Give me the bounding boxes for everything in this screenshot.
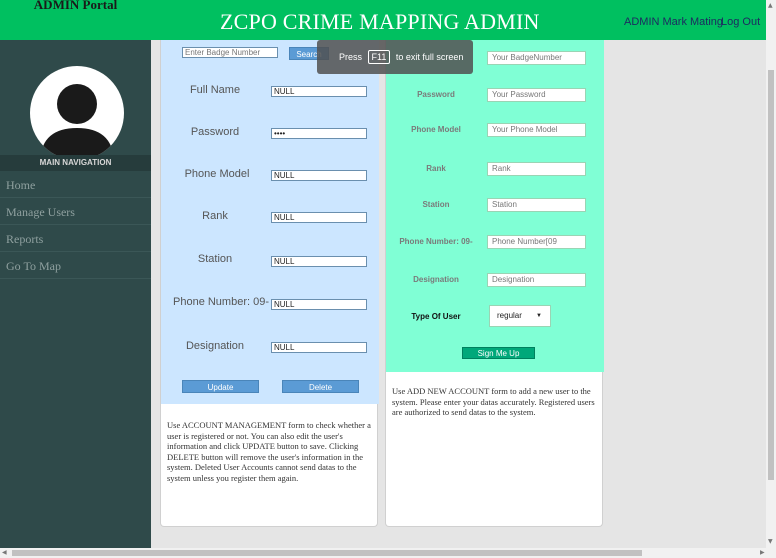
update-button[interactable]: Update — [182, 380, 259, 393]
account-management-form: Enter Badge Number Search Full Name NULL… — [161, 40, 379, 404]
app-title: ZCPO CRIME MAPPING ADMIN — [220, 9, 540, 34]
field-label: Phone Number: 09- — [173, 296, 269, 308]
logout-link[interactable]: Log Out — [721, 16, 760, 28]
new-designation-input[interactable]: Designation — [487, 273, 586, 287]
sign-up-button[interactable]: Sign Me Up — [462, 347, 535, 359]
new-password-input[interactable]: Your Password — [487, 88, 586, 102]
field-label: Station — [422, 200, 450, 209]
full-name-input[interactable]: NULL — [271, 86, 367, 97]
user-type-select[interactable]: regular ▼ — [489, 305, 551, 327]
vertical-scroll-thumb[interactable] — [768, 70, 774, 480]
field-label: Rank — [426, 164, 446, 173]
password-input[interactable]: •••• — [271, 128, 367, 139]
horizontal-scroll-thumb[interactable] — [12, 550, 642, 556]
scroll-left-icon[interactable]: ◀ — [2, 549, 7, 556]
f11-key: F11 — [367, 50, 391, 64]
phone-model-input[interactable]: NULL — [271, 170, 367, 181]
scroll-up-icon[interactable]: ▲ — [768, 2, 773, 9]
sidebar-item-home[interactable]: Home — [0, 172, 151, 198]
badge-search-input[interactable]: Enter Badge Number — [182, 47, 278, 58]
field-label: Designation — [185, 340, 245, 352]
account-management-description: Use ACCOUNT MANAGEMENT form to check whe… — [167, 420, 371, 483]
new-rank-input[interactable]: Rank — [487, 162, 586, 176]
badge-number-input[interactable]: Your BadgeNumber — [487, 51, 586, 65]
add-account-description: Use ADD NEW ACCOUNT form to add a new us… — [392, 386, 595, 417]
brand-label: ADMIN Portal — [0, 0, 151, 40]
scroll-down-icon[interactable]: ▼ — [768, 538, 773, 545]
designation-input[interactable]: NULL — [271, 342, 367, 353]
delete-button[interactable]: Delete — [282, 380, 359, 393]
new-station-input[interactable]: Station — [487, 198, 586, 212]
sidebar-item-manage-users[interactable]: Manage Users — [0, 199, 151, 225]
nav-header: MAIN NAVIGATION — [0, 155, 151, 171]
rank-input[interactable]: NULL — [271, 212, 367, 223]
field-label: Designation — [413, 275, 459, 284]
top-bar: ADMIN Portal ZCPO CRIME MAPPING ADMIN AD… — [0, 0, 766, 40]
sidebar: MAIN NAVIGATION Home Manage Users Report… — [0, 40, 151, 548]
field-label: Rank — [202, 210, 228, 222]
field-label: Phone Model — [411, 125, 461, 134]
add-account-form: Your BadgeNumber Password Your Password … — [386, 40, 604, 372]
new-phone-model-input[interactable]: Your Phone Model — [487, 123, 586, 137]
scroll-right-icon[interactable]: ▶ — [760, 549, 765, 556]
account-management-panel: Enter Badge Number Search Full Name NULL… — [160, 40, 379, 527]
field-label: Password — [190, 126, 240, 138]
field-label: Phone Model — [184, 168, 250, 180]
vertical-scrollbar[interactable]: ▲ ▼ — [766, 0, 776, 548]
station-input[interactable]: NULL — [271, 256, 367, 267]
sidebar-item-reports[interactable]: Reports — [0, 226, 151, 252]
phone-number-input[interactable]: NULL — [271, 299, 367, 310]
notice-text: to exit full screen — [395, 52, 464, 62]
field-label: Full Name — [189, 84, 241, 96]
field-label: Phone Number: 09- — [399, 237, 473, 246]
avatar-icon — [30, 66, 124, 160]
field-label: Station — [197, 253, 233, 265]
horizontal-scrollbar[interactable]: ◀ ▶ — [0, 548, 776, 558]
sidebar-item-go-to-map[interactable]: Go To Map — [0, 253, 151, 279]
field-label: Password — [417, 90, 455, 99]
field-label: Type Of User — [411, 312, 461, 321]
add-account-panel: Your BadgeNumber Password Your Password … — [385, 40, 604, 527]
fullscreen-notice: Press F11 to exit full screen — [317, 40, 473, 74]
admin-name-link[interactable]: ADMIN Mark Mating — [624, 16, 723, 28]
new-phone-number-input[interactable]: Phone Number[09 — [487, 235, 586, 249]
user-type-value: regular — [497, 311, 522, 320]
chevron-down-icon: ▼ — [536, 313, 542, 319]
notice-press-text: Press — [339, 52, 363, 62]
